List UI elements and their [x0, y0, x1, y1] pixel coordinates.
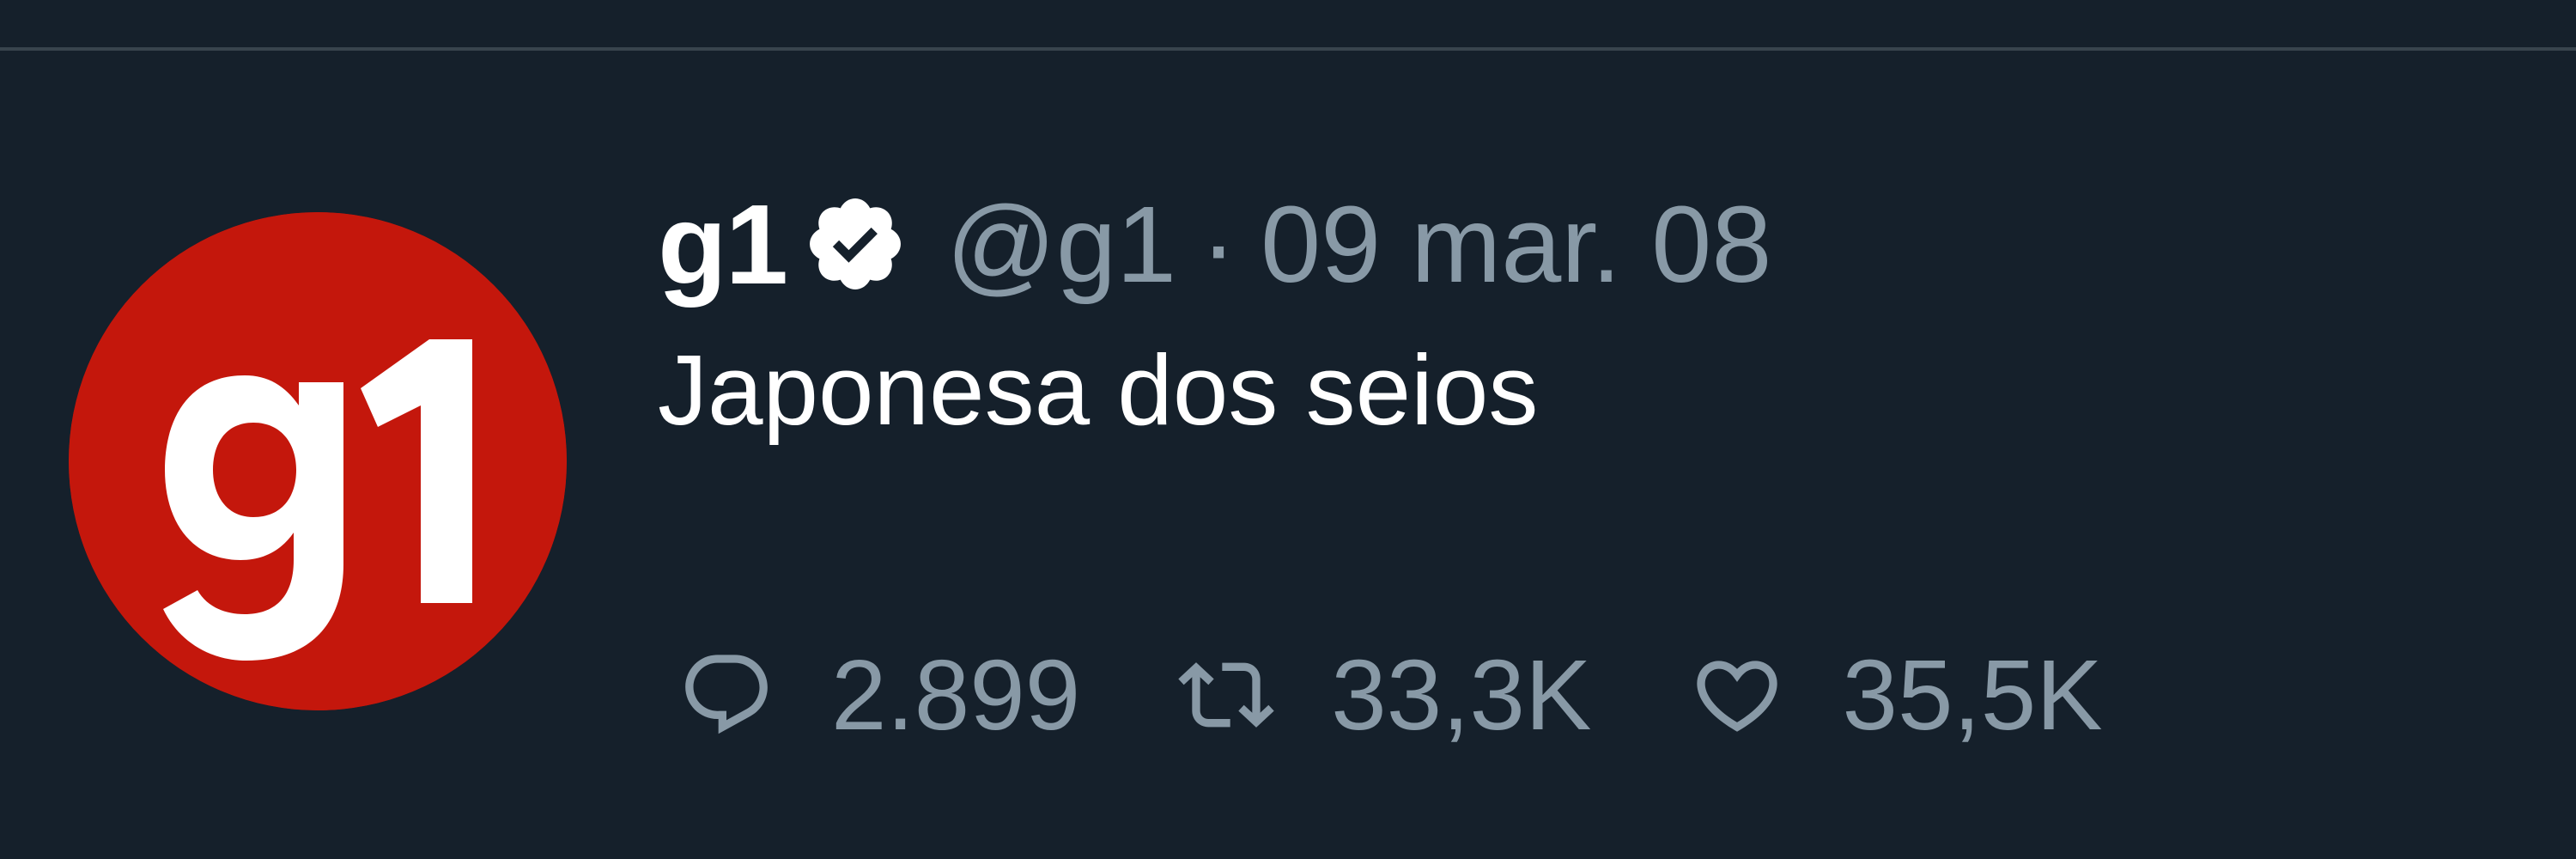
retweet-icon [1178, 647, 1274, 743]
reply-button[interactable]: 2.899 [678, 637, 1080, 752]
verified-badge-icon [802, 191, 908, 297]
reply-icon [678, 647, 775, 743]
tweet-date[interactable]: 09 mar. 08 [1261, 182, 1771, 307]
user-handle[interactable]: @g1 [946, 182, 1176, 307]
tweet-text: Japonesa dos seios [658, 334, 1539, 446]
reply-count: 2.899 [831, 639, 1081, 751]
like-button[interactable]: 35,5K [1689, 637, 2103, 752]
heart-icon [1689, 647, 1785, 743]
g1-logo-icon [69, 212, 567, 710]
avatar[interactable] [69, 212, 567, 710]
display-name[interactable]: g1 [658, 180, 788, 309]
retweet-count: 33,3K [1331, 639, 1592, 751]
retweet-button[interactable]: 33,3K [1178, 637, 1591, 752]
tweet[interactable]: g1 @g1 · 09 mar. 08 Japonesa dos seios 2… [0, 51, 2576, 859]
tweet-actions: 2.899 33,3K 35,5K [678, 618, 2103, 772]
tweet-content: g1 @g1 · 09 mar. 08 Japonesa dos seios [658, 180, 2547, 454]
separator-dot: · [1200, 183, 1237, 305]
like-count: 35,5K [1842, 639, 2103, 751]
tweet-header: g1 @g1 · 09 mar. 08 [658, 180, 2547, 308]
